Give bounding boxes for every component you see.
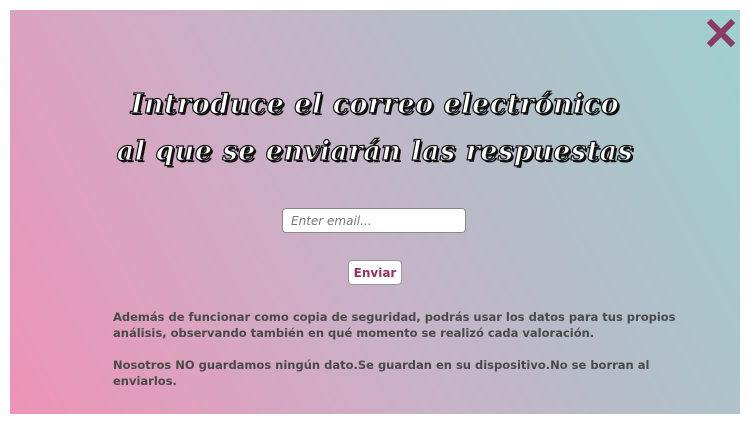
email-dialog: Introduce el correo electrónico al que s… (10, 10, 740, 414)
dialog-title-line-2: al que se enviarán las respuestas (116, 136, 634, 167)
close-button[interactable] (706, 18, 736, 48)
info-text-backup: Además de funcionar como copia de seguri… (113, 310, 676, 340)
dialog-title-line-1: Introduce el correo electrónico (130, 89, 620, 120)
info-text-privacy: Nosotros NO guardamos ningún dato.Se gua… (113, 358, 650, 388)
close-x-icon (706, 18, 736, 48)
send-button[interactable]: Enviar (348, 260, 402, 285)
email-input[interactable] (282, 208, 466, 233)
